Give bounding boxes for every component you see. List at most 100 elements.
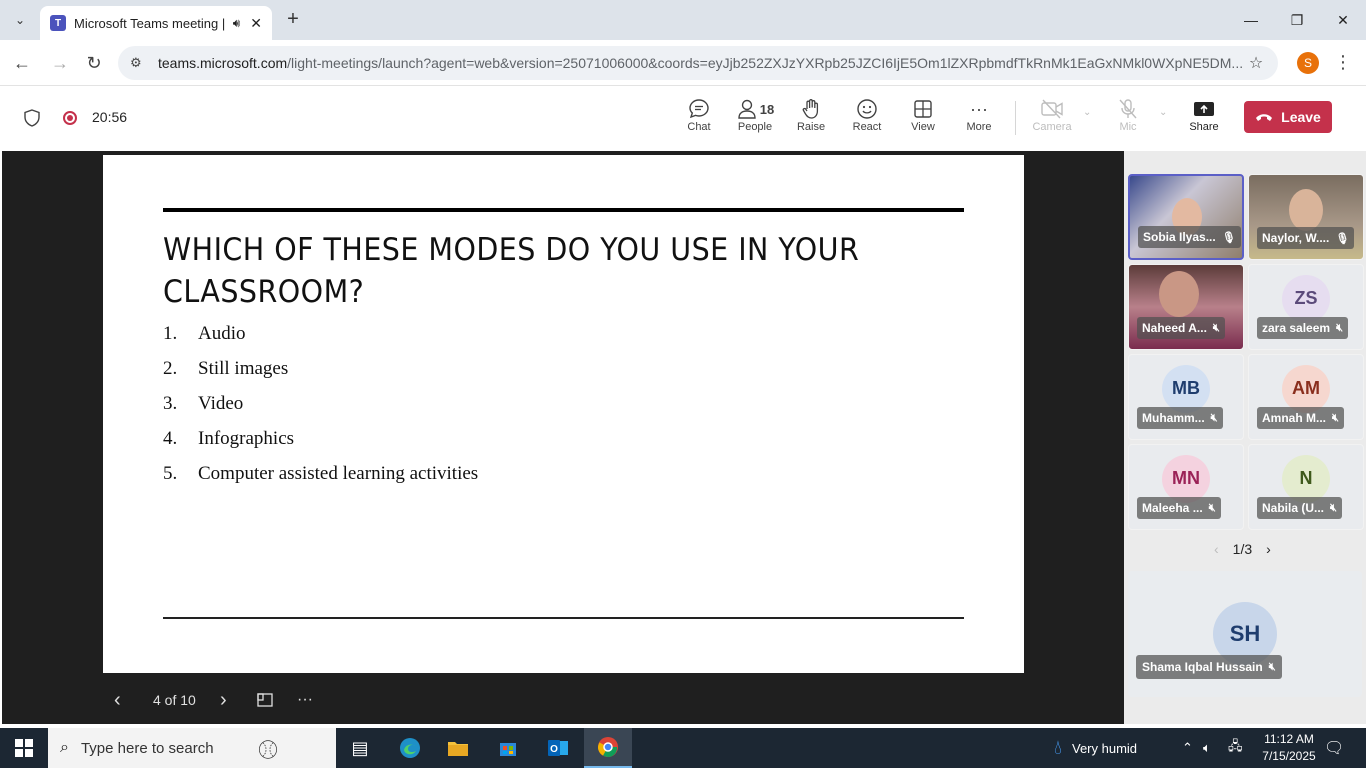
water-drop-icon: 💧︎ xyxy=(1054,736,1062,759)
gallery-prev-icon[interactable]: ‹ xyxy=(1214,541,1219,557)
tab-title: Microsoft Teams meeting | Micro xyxy=(74,15,227,31)
participant-tile[interactable]: Naylor, W.... 🎙︎ xyxy=(1248,174,1364,260)
baseball-doodle-icon[interactable]: ⚾︎ xyxy=(258,734,278,763)
next-slide-icon[interactable]: › xyxy=(220,686,227,714)
avatar: N xyxy=(1282,454,1330,503)
hand-icon xyxy=(800,97,822,121)
participant-name-tag: Muhamm... 🔇︎ xyxy=(1137,407,1223,429)
people-button[interactable]: 18 People xyxy=(727,97,783,141)
mic-options-chevron-icon[interactable]: ⌄ xyxy=(1159,107,1167,118)
browser-tab-strip: ⌄ T Microsoft Teams meeting | Micro 🔊︎ ✕… xyxy=(0,0,1366,40)
site-settings-icon[interactable]: ⚙︎ xyxy=(130,55,148,71)
outlook-icon[interactable]: O xyxy=(534,728,582,768)
camera-options-chevron-icon[interactable]: ⌄ xyxy=(1083,107,1091,118)
people-label: People xyxy=(737,121,773,133)
forward-icon[interactable]: → xyxy=(47,50,73,76)
slide-more-icon[interactable]: ··· xyxy=(297,686,313,714)
bookmark-star-icon[interactable]: ☆ xyxy=(1246,53,1266,73)
raise-hand-button[interactable]: Raise xyxy=(783,97,839,141)
gallery-next-icon[interactable]: › xyxy=(1266,541,1271,557)
chat-label: Chat xyxy=(687,121,711,133)
people-count: 18 xyxy=(759,101,775,117)
participant-name: zara saleem xyxy=(1262,321,1331,335)
restore-icon[interactable]: ❐ xyxy=(1274,0,1320,40)
mic-button[interactable]: Mic xyxy=(1100,97,1156,141)
reload-icon[interactable]: ↻ xyxy=(81,50,107,76)
participant-tile[interactable]: AM Amnah M... 🔇︎ xyxy=(1248,354,1364,440)
hidden-icons-chevron-icon[interactable]: ⌃ xyxy=(1182,728,1193,768)
browser-menu-icon[interactable]: ⋮ xyxy=(1334,52,1352,73)
leave-label: Leave xyxy=(1281,109,1321,125)
share-button[interactable]: Share xyxy=(1176,97,1232,141)
tab-close-icon[interactable]: ✕ xyxy=(250,15,262,32)
gallery-pager: ‹ 1/3 › xyxy=(1214,541,1271,557)
participant-name-tag: Shama Iqbal Hussain 🔇︎ xyxy=(1136,655,1282,679)
file-explorer-icon[interactable] xyxy=(434,728,482,768)
volume-icon[interactable]: 🔈︎ xyxy=(1203,728,1211,768)
audio-playing-icon[interactable]: 🔊︎ xyxy=(233,16,241,31)
participant-tile[interactable]: Sobia Ilyas... 🎙︎ xyxy=(1128,174,1244,260)
url-field[interactable]: ⚙︎ teams.microsoft.com/light-meetings/la… xyxy=(118,46,1278,80)
slide-counter: 4 of 10 xyxy=(153,692,196,708)
list-item: 2. Still images xyxy=(163,358,478,393)
list-text: Computer assisted learning activities xyxy=(198,463,479,484)
windows-taskbar: ⌕ Type here to search ⚾︎ ▤ O 💧︎ Very hum… xyxy=(0,728,1366,768)
more-button[interactable]: ··· More xyxy=(951,97,1007,141)
taskbar-clock[interactable]: 11:12 AM 7/15/2025 xyxy=(1254,731,1324,765)
raise-label: Raise xyxy=(796,121,826,133)
avatar: MB xyxy=(1162,364,1210,413)
windows-start-icon[interactable] xyxy=(0,728,48,768)
network-icon[interactable]: 🖧︎ xyxy=(1228,728,1243,768)
avatar: AM xyxy=(1282,364,1330,413)
participant-name-tag: zara saleem 🔇︎ xyxy=(1257,317,1348,339)
camera-label: Camera xyxy=(1032,121,1072,133)
weather-widget[interactable]: 💧︎ Very humid xyxy=(1054,728,1137,768)
taskbar-search-input[interactable]: ⌕ Type here to search ⚾︎ xyxy=(48,728,336,768)
slide-top-rule xyxy=(163,208,964,212)
browser-address-bar: ← → ↻ ⚙︎ teams.microsoft.com/light-meeti… xyxy=(0,40,1366,86)
participant-name: Maleeha ... xyxy=(1142,501,1203,515)
mic-on-icon: 🎙︎ xyxy=(1335,232,1350,245)
previous-slide-icon[interactable]: ‹ xyxy=(114,686,121,714)
participant-name: Naheed A... xyxy=(1142,321,1207,335)
chat-icon xyxy=(688,97,710,121)
new-tab-icon[interactable]: + xyxy=(282,8,304,30)
list-text: Infographics xyxy=(198,428,295,449)
url-host: teams.microsoft.com xyxy=(158,55,288,71)
leave-button[interactable]: Leave xyxy=(1244,101,1332,133)
camera-button[interactable]: Camera xyxy=(1024,97,1080,141)
browser-tab-teams[interactable]: T Microsoft Teams meeting | Micro 🔊︎ ✕ xyxy=(40,6,272,40)
tab-search-dropdown-icon[interactable]: ⌄ xyxy=(8,8,32,32)
edge-browser-icon[interactable] xyxy=(386,728,434,768)
toolbar-divider xyxy=(1015,101,1016,135)
slide-panel-icon[interactable] xyxy=(256,686,274,714)
video-feed xyxy=(1159,271,1199,317)
mic-muted-icon: 🔇︎ xyxy=(1210,411,1218,424)
chrome-icon[interactable] xyxy=(584,728,632,768)
url-text[interactable]: teams.microsoft.com/light-meetings/launc… xyxy=(158,55,1246,71)
view-button[interactable]: View xyxy=(895,97,951,141)
participant-tile[interactable]: ZS zara saleem 🔇︎ xyxy=(1248,264,1364,350)
participant-tile[interactable]: N Nabila (U... 🔇︎ xyxy=(1248,444,1364,530)
back-icon[interactable]: ← xyxy=(9,50,35,76)
react-button[interactable]: React xyxy=(839,97,895,141)
mic-on-icon: 🎙︎ xyxy=(1221,231,1236,244)
participant-tile[interactable]: Naheed A... 🔇︎ xyxy=(1128,264,1244,350)
task-view-icon[interactable]: ▤ xyxy=(336,728,384,768)
shield-icon[interactable] xyxy=(22,107,42,129)
participant-tile[interactable]: MB Muhamm... 🔇︎ xyxy=(1128,354,1244,440)
minimize-icon[interactable]: — xyxy=(1228,0,1274,40)
chat-button[interactable]: Chat xyxy=(671,97,727,141)
mic-muted-icon: 🔇︎ xyxy=(1268,660,1276,673)
participant-tile[interactable]: MN Maleeha ... 🔇︎ xyxy=(1128,444,1244,530)
window-close-icon[interactable]: ✕ xyxy=(1320,0,1366,40)
smiley-icon xyxy=(856,97,878,121)
notifications-icon[interactable]: 🗨︎ xyxy=(1324,728,1344,768)
mic-muted-icon: 🔇︎ xyxy=(1336,321,1343,334)
teams-favicon-icon: T xyxy=(50,15,66,31)
search-placeholder: Type here to search xyxy=(80,739,214,757)
meeting-toolbar: 20:56 Chat 18 People Raise React View ··… xyxy=(0,87,1366,149)
profile-avatar[interactable]: S xyxy=(1297,52,1319,74)
microsoft-store-icon[interactable] xyxy=(484,728,532,768)
featured-participant-tile[interactable]: SH Shama Iqbal Hussain 🔇︎ xyxy=(1128,571,1362,697)
